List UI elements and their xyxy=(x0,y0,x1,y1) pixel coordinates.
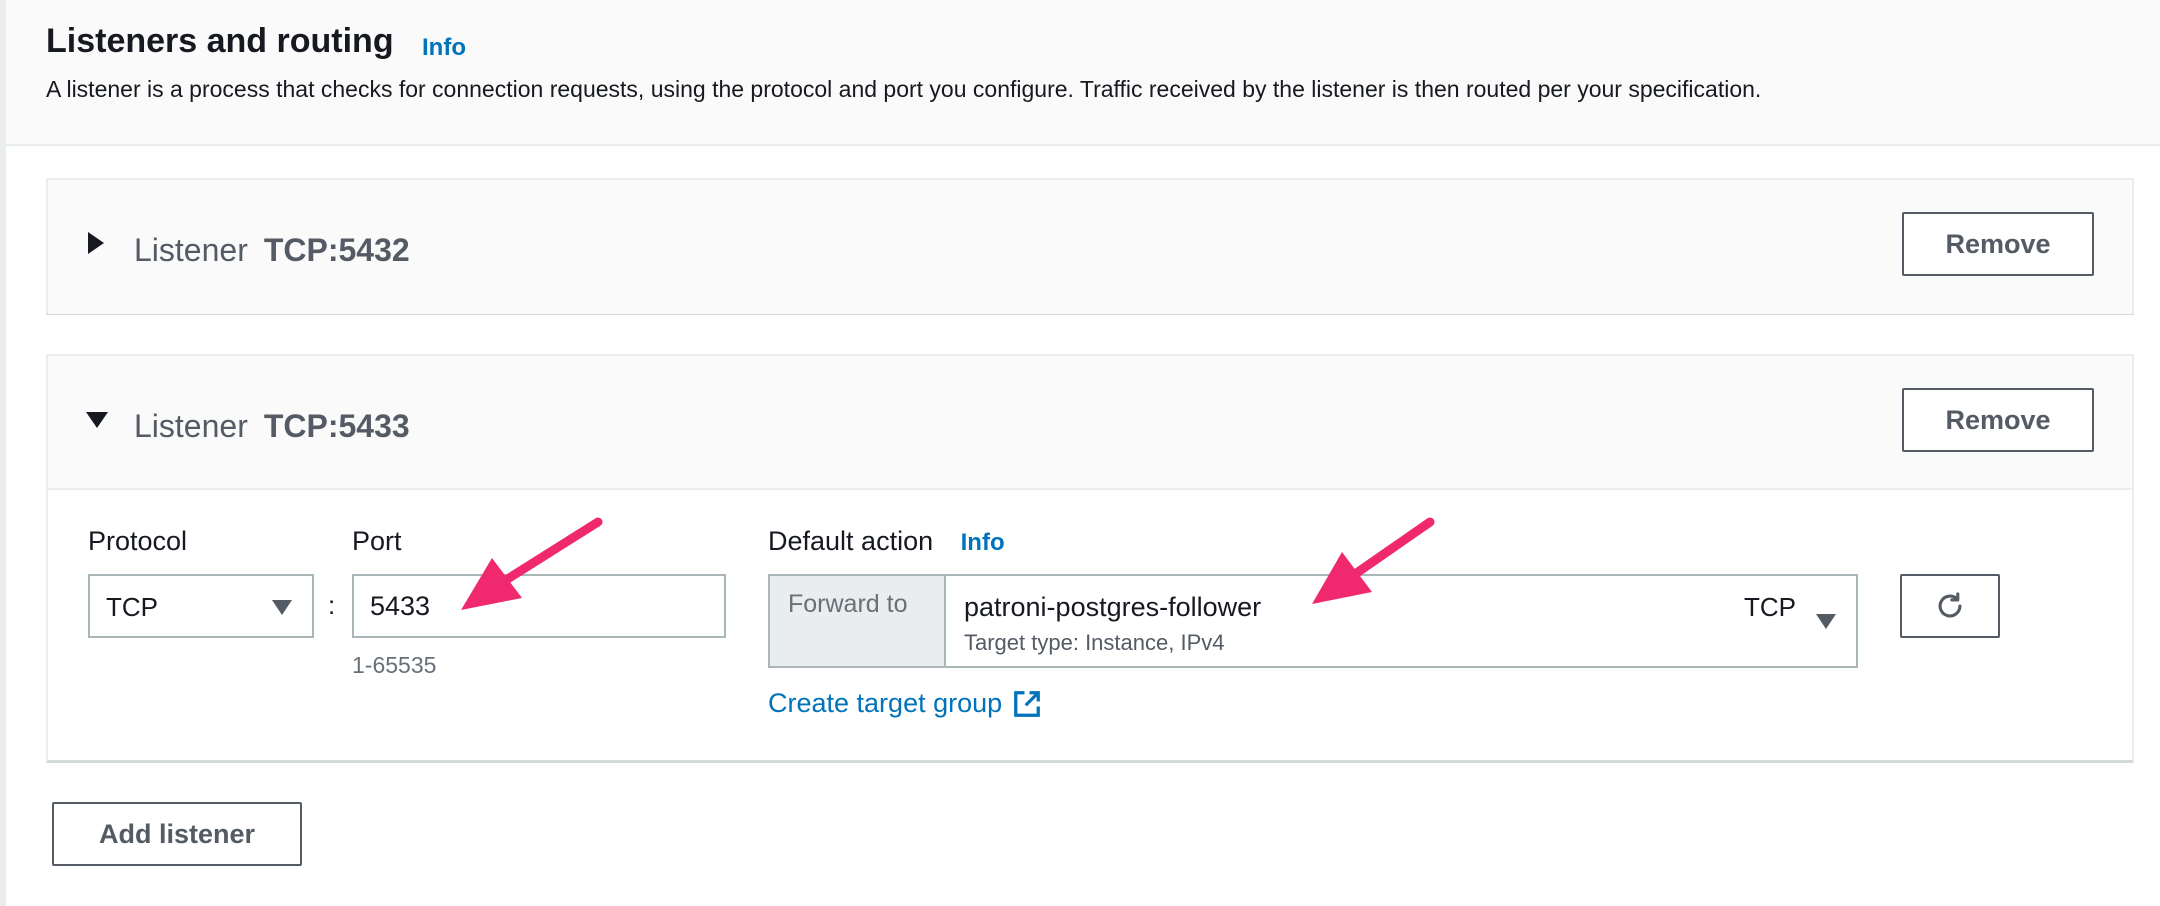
caret-right-icon[interactable] xyxy=(88,232,104,254)
default-action-label: Default action Info xyxy=(768,526,1005,557)
forward-to-label: Forward to xyxy=(770,576,946,666)
section-title: Listeners and routing xyxy=(46,22,394,60)
refresh-icon xyxy=(1938,592,1962,618)
port-label: Port xyxy=(352,526,402,556)
listener-1-name: TCP:5432 xyxy=(263,232,410,268)
remove-listener-2-button[interactable]: Remove xyxy=(1902,388,2094,452)
listeners-page: Listeners and routing Info A listener is… xyxy=(0,0,2160,906)
listener-panel-1: Listener TCP:5432 Remove xyxy=(46,178,2134,315)
caret-down-icon[interactable] xyxy=(86,412,108,428)
listener-panel-2-header[interactable]: Listener TCP:5433 Remove xyxy=(48,356,2132,490)
refresh-target-groups-button[interactable] xyxy=(1900,574,2000,638)
external-link-icon xyxy=(1014,690,1041,717)
port-input[interactable] xyxy=(352,574,726,638)
protocol-select[interactable]: TCP xyxy=(88,574,314,638)
default-action-select[interactable]: Forward to patroni-postgres-follower Tar… xyxy=(768,574,1858,668)
add-listener-button[interactable]: Add listener xyxy=(52,802,302,866)
listener-panel-2: Listener TCP:5433 Remove Protocol Port De… xyxy=(46,354,2134,763)
listener-2-label: Listener xyxy=(134,408,248,444)
default-action-text: Default action xyxy=(768,526,934,556)
remove-listener-1-button[interactable]: Remove xyxy=(1902,212,2094,276)
listener-panel-1-header[interactable]: Listener TCP:5432 Remove xyxy=(48,180,2132,314)
listener-2-title: Listener TCP:5433 xyxy=(134,408,410,445)
protocol-label: Protocol xyxy=(88,526,188,556)
target-group-name: patroni-postgres-follower xyxy=(964,592,1262,622)
target-type: Target type: Instance, IPv4 xyxy=(964,630,1225,655)
chevron-down-icon xyxy=(1816,614,1836,629)
listener-2-name: TCP:5433 xyxy=(263,408,410,444)
section-description: A listener is a process that checks for … xyxy=(46,76,1762,102)
create-target-group-text: Create target group xyxy=(768,688,1003,718)
section-info-link[interactable]: Info xyxy=(422,34,466,62)
listener-1-label: Listener xyxy=(134,232,248,268)
target-group-protocol: TCP xyxy=(1744,592,1796,622)
listener-1-title: Listener TCP:5432 xyxy=(134,232,410,269)
section-header: Listeners and routing Info A listener is… xyxy=(6,0,2160,146)
default-action-info-link[interactable]: Info xyxy=(961,529,1005,556)
protocol-select-value: TCP xyxy=(106,592,158,622)
port-hint: 1-65535 xyxy=(352,652,437,678)
protocol-port-separator: : xyxy=(328,590,336,620)
chevron-down-icon xyxy=(272,600,292,615)
create-target-group-link[interactable]: Create target group xyxy=(768,688,1042,719)
